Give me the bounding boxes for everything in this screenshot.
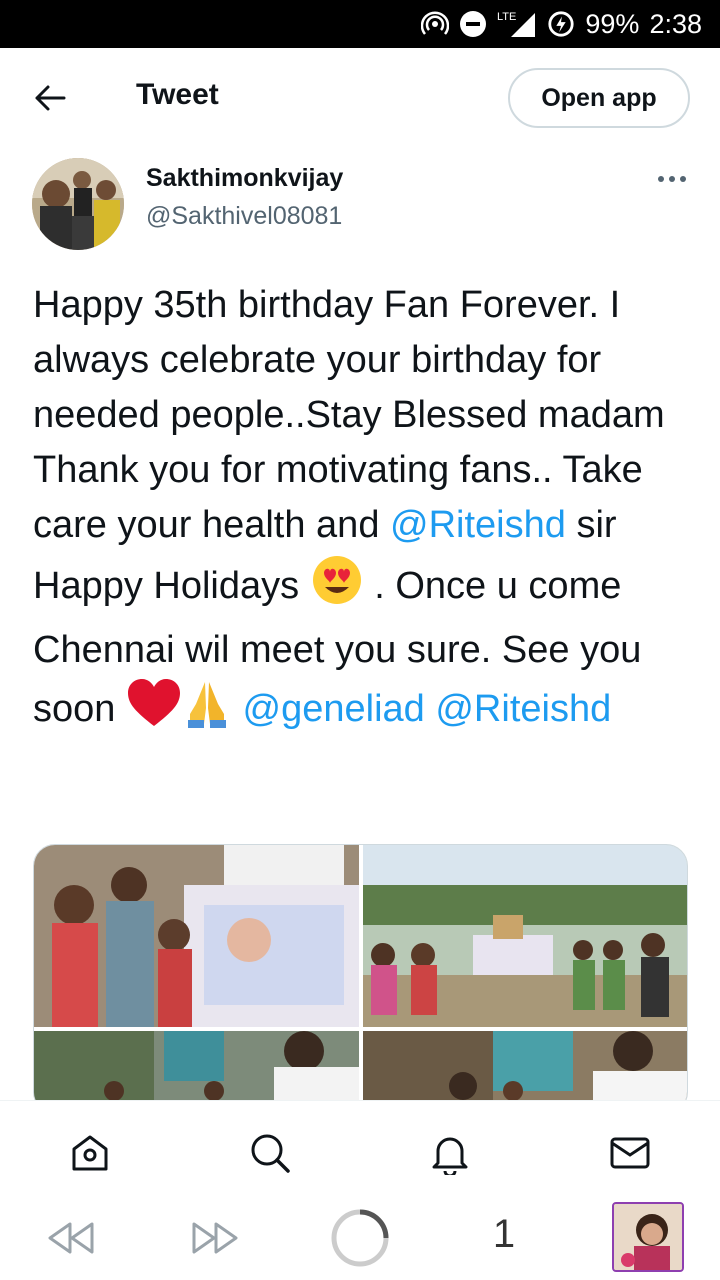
bottom-navigation — [0, 1100, 720, 1196]
mention-link[interactable]: @Riteishd — [390, 504, 566, 546]
author-display-name[interactable]: Sakthimonkvijay — [146, 164, 343, 193]
search-icon — [251, 1134, 290, 1173]
status-bar: LTE 99% 2:38 — [0, 0, 720, 48]
browser-back-button[interactable] — [44, 1214, 98, 1262]
network-type-label: LTE — [497, 11, 516, 23]
page-title: Tweet — [136, 78, 219, 111]
battery-saver-icon — [547, 10, 575, 38]
fast-forward-icon — [192, 1222, 238, 1254]
browser-forward-button[interactable] — [188, 1214, 242, 1262]
tab-count[interactable]: 1 — [480, 1212, 528, 1256]
tweet-text: Happy 35th birthday Fan Forever. I alway… — [33, 278, 693, 744]
rewind-icon — [48, 1222, 94, 1254]
tweet-header: Tweet Open app — [0, 48, 720, 148]
clock: 2:38 — [649, 8, 702, 39]
envelope-icon — [610, 1137, 650, 1169]
photo-group-village-banner[interactable] — [363, 845, 687, 1027]
back-button[interactable] — [26, 78, 74, 118]
nav-messages[interactable] — [606, 1129, 654, 1177]
more-dot — [658, 176, 664, 182]
hotspot-icon — [421, 10, 450, 38]
nav-search[interactable] — [246, 1129, 294, 1177]
open-app-button[interactable]: Open app — [508, 68, 690, 128]
do-not-disturb-icon — [459, 10, 487, 38]
avatar[interactable] — [32, 158, 124, 250]
red-heart-emoji — [126, 678, 182, 744]
folded-hands-emoji — [182, 678, 232, 744]
browser-reload-button[interactable] — [330, 1208, 390, 1268]
loading-spinner-icon — [331, 1209, 389, 1267]
more-dot — [680, 176, 686, 182]
nav-home[interactable] — [66, 1129, 114, 1177]
battery-percent: 99% — [585, 8, 640, 39]
tab-thumbnail[interactable] — [612, 1202, 684, 1272]
browser-toolbar: 1 — [0, 1196, 720, 1280]
nav-notifications[interactable] — [426, 1129, 474, 1177]
bell-icon — [432, 1137, 468, 1175]
mention-link[interactable]: @geneliad — [243, 688, 425, 730]
more-options-button[interactable] — [652, 164, 692, 194]
heart-eyes-emoji — [310, 553, 364, 623]
author-handle[interactable]: @Sakthivel08081 — [146, 202, 342, 231]
arrow-left-icon — [35, 85, 66, 111]
tweet-text-segment — [425, 688, 436, 730]
photo-children-with-poster[interactable] — [34, 845, 359, 1027]
signal-icon: LTE — [497, 10, 537, 38]
tweet-text-segment — [232, 688, 243, 730]
more-dot — [669, 176, 675, 182]
tweet-media-grid[interactable] — [33, 844, 688, 1114]
mention-link[interactable]: @Riteishd — [435, 688, 611, 730]
home-icon — [72, 1135, 108, 1171]
